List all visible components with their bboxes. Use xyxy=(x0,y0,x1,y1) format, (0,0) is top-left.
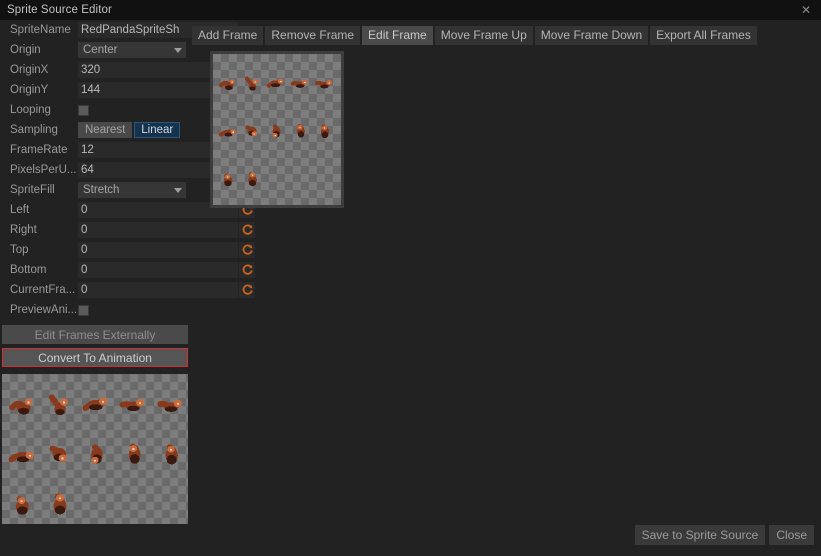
sprite-frame[interactable] xyxy=(6,480,40,524)
property-row: Looping xyxy=(0,100,190,120)
property-label: PixelsPerU... xyxy=(10,164,77,176)
property-checkbox[interactable] xyxy=(78,104,89,116)
sprite-frame[interactable] xyxy=(117,380,151,428)
property-label: FrameRate xyxy=(10,144,68,156)
property-row: PixelsPerU... xyxy=(0,160,255,180)
sampling-option-linear[interactable]: Linear xyxy=(134,122,181,138)
property-label: OriginY xyxy=(10,84,49,96)
toolbar-button-remove-frame[interactable]: Remove Frame xyxy=(265,25,361,45)
property-row: Top xyxy=(0,240,255,260)
property-label: PreviewAni... xyxy=(10,304,78,316)
property-row: Origin Center xyxy=(0,40,190,60)
preview-area xyxy=(190,46,821,520)
sampling-option-nearest[interactable]: Nearest xyxy=(78,122,133,138)
action-buttons: Edit Frames Externally Convert To Animat… xyxy=(0,325,190,371)
property-label: Top xyxy=(10,244,29,256)
property-control xyxy=(78,102,190,118)
property-label: Right xyxy=(10,224,37,236)
toolbar-button-move-frame-up[interactable]: Move Frame Up xyxy=(434,25,533,45)
sprite-frame[interactable] xyxy=(80,430,114,478)
convert-to-animation-button[interactable]: Convert To Animation xyxy=(2,348,188,367)
main-panel: Add Frame Remove Frame Edit Frame Move Fram… xyxy=(190,20,821,556)
property-label: SpriteName xyxy=(10,24,71,36)
footer-buttons: Save to Sprite Source Close xyxy=(190,520,821,556)
property-list: SpriteName Origin Center OriginX OriginY Loop… xyxy=(0,20,255,320)
sprite-frame[interactable] xyxy=(313,110,336,152)
sprite-frame[interactable] xyxy=(217,62,240,104)
close-icon[interactable]: ✕ xyxy=(797,0,815,20)
property-dropdown[interactable]: Stretch xyxy=(78,182,186,198)
sprite-frame[interactable] xyxy=(80,380,114,428)
sprite-frame[interactable] xyxy=(265,62,288,104)
sprite-frame[interactable] xyxy=(43,380,77,428)
property-row: OriginX xyxy=(0,60,255,80)
chevron-down-icon xyxy=(174,47,182,53)
property-label: Left xyxy=(10,204,30,216)
sprite-frame[interactable] xyxy=(241,62,264,104)
property-label: CurrentFra... xyxy=(10,284,76,296)
sprite-frame[interactable] xyxy=(241,158,264,200)
sprite-frame[interactable] xyxy=(313,62,336,104)
edit-frames-externally-button[interactable]: Edit Frames Externally xyxy=(2,325,188,344)
property-label: Bottom xyxy=(10,264,47,276)
property-row: FrameRate xyxy=(0,140,255,160)
property-control: Nearest Linear xyxy=(78,122,190,138)
close-button[interactable]: Close xyxy=(769,525,814,545)
property-control: Stretch xyxy=(78,182,190,198)
property-row: OriginY xyxy=(0,80,255,100)
property-control: Center xyxy=(78,42,190,58)
property-row: Bottom xyxy=(0,260,255,280)
property-control xyxy=(78,302,190,318)
property-checkbox[interactable] xyxy=(78,304,89,316)
sprite-frame[interactable] xyxy=(154,380,188,428)
frame-toolbar: Add Frame Remove Frame Edit Frame Move Fram… xyxy=(190,20,821,46)
chevron-down-icon xyxy=(174,187,182,193)
property-row: SpriteName xyxy=(0,20,238,40)
body-split: SpriteName Origin Center OriginX OriginY Loop… xyxy=(0,20,821,556)
toolbar-button-export-all-frames[interactable]: Export All Frames xyxy=(650,25,757,45)
sprite-frame[interactable] xyxy=(117,430,151,478)
property-label: SpriteFill xyxy=(10,184,55,196)
property-row: CurrentFra... xyxy=(0,280,255,300)
sprite-frame[interactable] xyxy=(217,158,240,200)
sprite-frame[interactable] xyxy=(241,110,264,152)
sprite-source-editor-window: Sprite Source Editor ✕ SpriteName Origin C… xyxy=(0,0,821,556)
properties-panel: SpriteName Origin Center OriginX OriginY Loop… xyxy=(0,20,255,556)
sprite-frame[interactable] xyxy=(154,430,188,478)
sprite-frame[interactable] xyxy=(289,62,312,104)
sampling-toggle-group: Nearest Linear xyxy=(78,122,181,138)
property-row: Left xyxy=(0,200,255,220)
sprite-frame[interactable] xyxy=(265,110,288,152)
property-row: Sampling Nearest Linear xyxy=(0,120,190,140)
sprite-frame[interactable] xyxy=(43,480,77,524)
property-label: OriginX xyxy=(10,64,49,76)
property-row: Right xyxy=(0,220,255,240)
toolbar-button-move-frame-down[interactable]: Move Frame Down xyxy=(534,25,649,45)
property-dropdown[interactable]: Center xyxy=(78,42,186,58)
property-label: Origin xyxy=(10,44,41,56)
sprite-frame[interactable] xyxy=(43,430,77,478)
save-to-sprite-source-button[interactable]: Save to Sprite Source xyxy=(634,525,766,545)
titlebar: Sprite Source Editor ✕ xyxy=(0,0,821,20)
property-label: Looping xyxy=(10,104,51,116)
toolbar-button-edit-frame[interactable]: Edit Frame xyxy=(362,25,433,45)
sprite-sheet-panel[interactable] xyxy=(2,374,188,524)
sprite-frame[interactable] xyxy=(6,380,40,428)
sprite-frame[interactable] xyxy=(6,430,40,478)
toolbar-button-add-frame[interactable]: Add Frame xyxy=(192,25,264,45)
sprite-frame[interactable] xyxy=(217,110,240,152)
sprite-frame[interactable] xyxy=(289,110,312,152)
frame-preview[interactable] xyxy=(210,51,344,208)
property-label: Sampling xyxy=(10,124,58,136)
property-row: PreviewAni... xyxy=(0,300,190,320)
property-row: SpriteFill Stretch xyxy=(0,180,190,200)
window-title: Sprite Source Editor xyxy=(7,4,112,16)
dropdown-value: Stretch xyxy=(83,184,120,196)
dropdown-value: Center xyxy=(83,44,118,56)
